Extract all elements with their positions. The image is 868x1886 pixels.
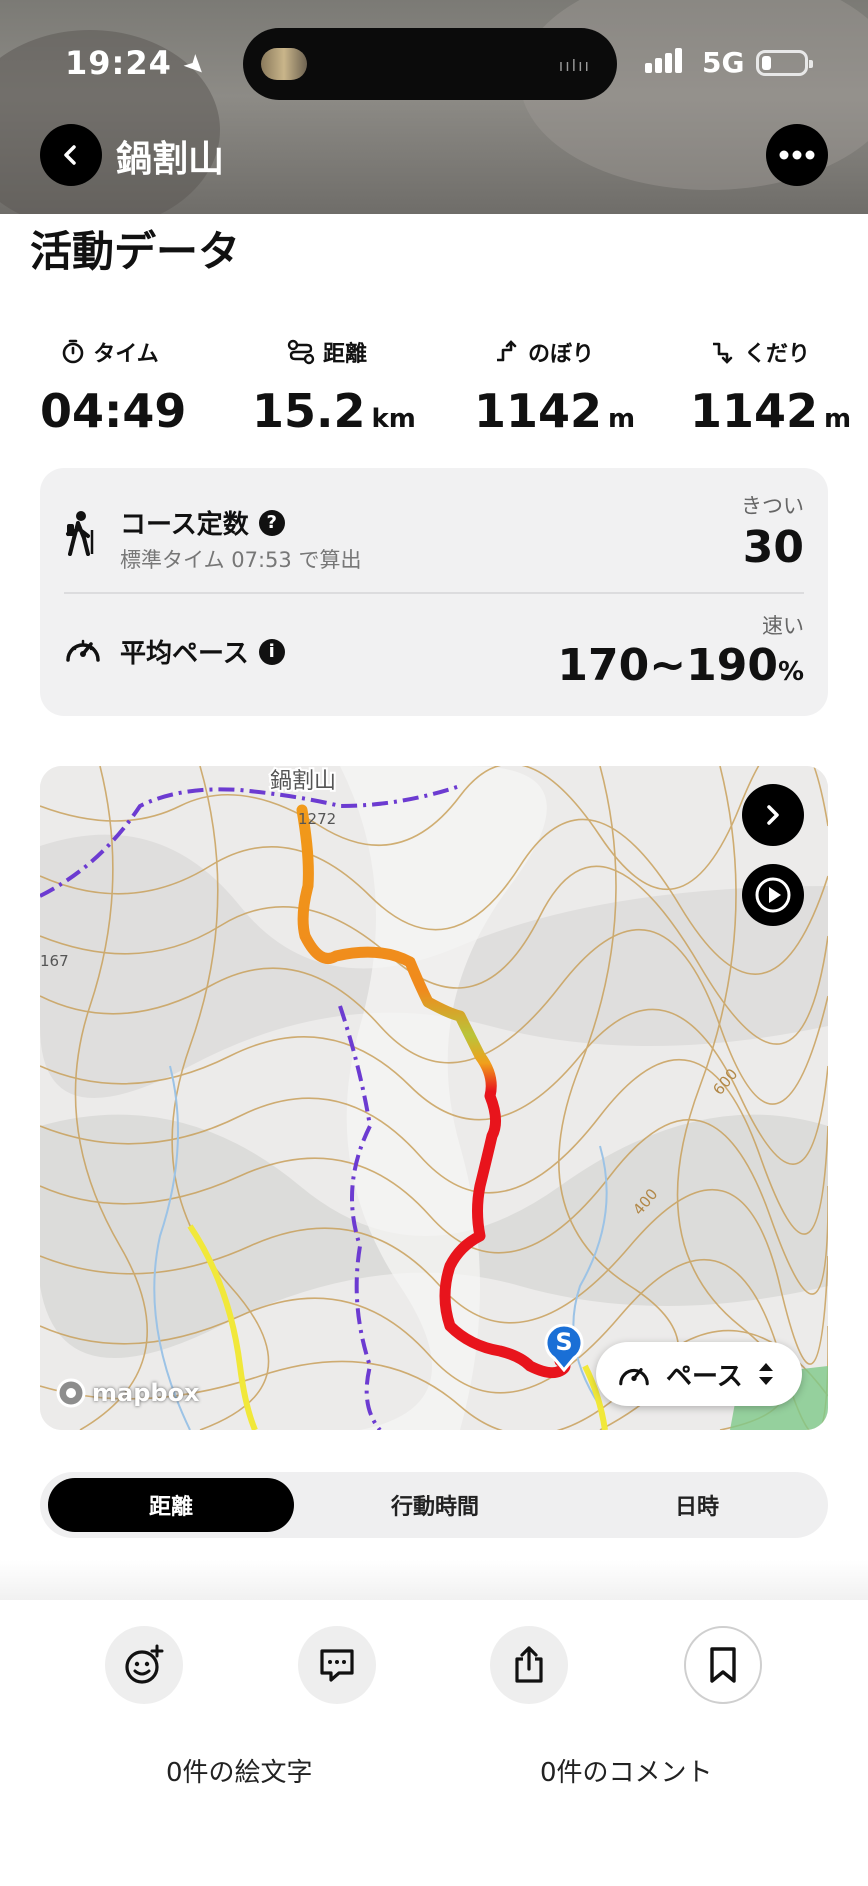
content-fade: [0, 1560, 868, 1600]
pace-value: 170~190%: [557, 640, 804, 691]
map-elevation-label: 1272: [298, 810, 336, 828]
share-button[interactable]: [490, 1626, 568, 1704]
stat-time-value: 04:49: [40, 384, 186, 438]
tab-distance[interactable]: 距離: [48, 1478, 294, 1532]
stat-descent: くだり 1142 m: [690, 336, 851, 438]
pace-rating: 速い: [762, 614, 804, 638]
map-play-button[interactable]: [742, 864, 804, 926]
chevron-right-icon: [767, 805, 779, 825]
mapbox-attribution-text: mapbox: [92, 1379, 200, 1407]
battery-icon: [756, 50, 813, 76]
stat-distance-label: 距離: [322, 342, 367, 367]
descent-icon: [712, 342, 733, 364]
start-marker-label: S: [555, 1328, 573, 1356]
route-map[interactable]: 鍋割山 1272 167 600 400 S mapbox ペース: [40, 766, 828, 1430]
waveform-icon: ıılıı: [558, 56, 591, 75]
stat-distance-unit: km: [371, 404, 416, 434]
stat-descent-value: 1142 m: [690, 384, 851, 438]
stat-descent-unit: m: [824, 404, 852, 434]
stat-time-number: 04:49: [40, 384, 187, 438]
stat-distance-label-row: 距離: [252, 336, 402, 368]
stat-time-label: タイム: [93, 342, 159, 367]
map-elevation-label-left: 167: [40, 952, 69, 970]
map-mode-selector[interactable]: ペース: [596, 1342, 802, 1406]
now-playing-thumbnail: [261, 48, 307, 80]
speedometer-icon: [66, 639, 100, 662]
pace-label: 平均ペース: [120, 639, 249, 669]
course-label: コース定数: [120, 510, 249, 540]
stat-time: タイム 04:49: [40, 336, 186, 438]
more-button[interactable]: [766, 124, 828, 186]
signal-icon: [645, 48, 685, 73]
route-icon: [287, 339, 315, 365]
add-emoji-button[interactable]: [105, 1626, 183, 1704]
comment-count[interactable]: 0件のコメント: [540, 1752, 713, 1789]
stat-distance-number: 15.2: [252, 384, 366, 438]
difficulty-card: コース定数 ? 標準タイム 07:53 で算出 きつい 30 平均ペース i 速…: [40, 468, 828, 716]
stat-ascent-number: 1142: [474, 384, 603, 438]
mapbox-attribution[interactable]: mapbox: [56, 1378, 200, 1408]
section-title: 活動データ: [30, 227, 241, 276]
comment-button[interactable]: [298, 1626, 376, 1704]
bookmark-button[interactable]: [684, 1626, 762, 1704]
share-icon: [515, 1646, 543, 1683]
pace-number: 170~190: [557, 640, 778, 691]
emoji-add-icon: [125, 1644, 164, 1684]
stat-distance-value: 15.2 km: [252, 384, 416, 438]
pace-unit: %: [777, 657, 804, 687]
page-title: 鍋割山: [116, 139, 225, 180]
network-type: 5G: [702, 46, 745, 79]
help-icon[interactable]: ?: [258, 509, 285, 536]
ascent-icon: [496, 340, 517, 362]
play-circle-icon: [755, 877, 791, 913]
map-expand-button[interactable]: [742, 784, 804, 846]
tab-moving-time[interactable]: 行動時間: [312, 1478, 558, 1532]
start-marker[interactable]: S: [544, 1323, 584, 1373]
stat-descent-label: くだり: [743, 342, 810, 367]
stat-ascent-label-row: のぼり: [474, 336, 614, 368]
speedometer-icon: [619, 1368, 649, 1386]
stat-time-label-row: タイム: [40, 336, 180, 368]
info-icon[interactable]: i: [258, 638, 285, 665]
course-subtext: 標準タイム 07:53 で算出: [120, 548, 362, 572]
chevron-updown-icon: [758, 1363, 773, 1385]
back-button[interactable]: [40, 124, 102, 186]
mapbox-logo-icon: [56, 1378, 86, 1408]
course-rating: きつい: [741, 494, 804, 518]
course-value: 30: [742, 522, 804, 573]
status-time-text: 19:24: [65, 44, 172, 82]
stat-descent-label-row: くだり: [690, 336, 830, 368]
chevron-left-icon: [64, 145, 76, 165]
course-label-row: コース定数 ?: [120, 504, 285, 541]
stat-ascent-label: のぼり: [527, 342, 594, 367]
stat-ascent-unit: m: [608, 404, 636, 434]
ellipsis-icon: [779, 150, 815, 160]
map-peak-label: 鍋割山: [270, 769, 336, 794]
stat-ascent-value: 1142 m: [474, 384, 635, 438]
status-time: 19:24 ➤: [65, 44, 214, 85]
tab-datetime[interactable]: 日時: [574, 1478, 820, 1532]
topographic-map: 鍋割山 1272 167 600 400: [40, 766, 828, 1430]
chart-axis-tabs: 距離 行動時間 日時: [40, 1472, 828, 1538]
map-mode-label: ペース: [666, 1361, 743, 1392]
pace-label-row: 平均ペース i: [120, 633, 285, 670]
comment-icon: [320, 1649, 354, 1682]
dynamic-island[interactable]: ıılıı: [243, 28, 617, 100]
hiker-icon: [66, 511, 94, 556]
card-divider: [64, 592, 804, 594]
emoji-count[interactable]: 0件の絵文字: [166, 1752, 313, 1789]
bookmark-icon: [710, 1647, 736, 1683]
stat-ascent: のぼり 1142 m: [474, 336, 635, 438]
stat-distance: 距離 15.2 km: [252, 336, 416, 438]
stopwatch-icon: [62, 339, 84, 364]
stat-descent-number: 1142: [690, 384, 819, 438]
